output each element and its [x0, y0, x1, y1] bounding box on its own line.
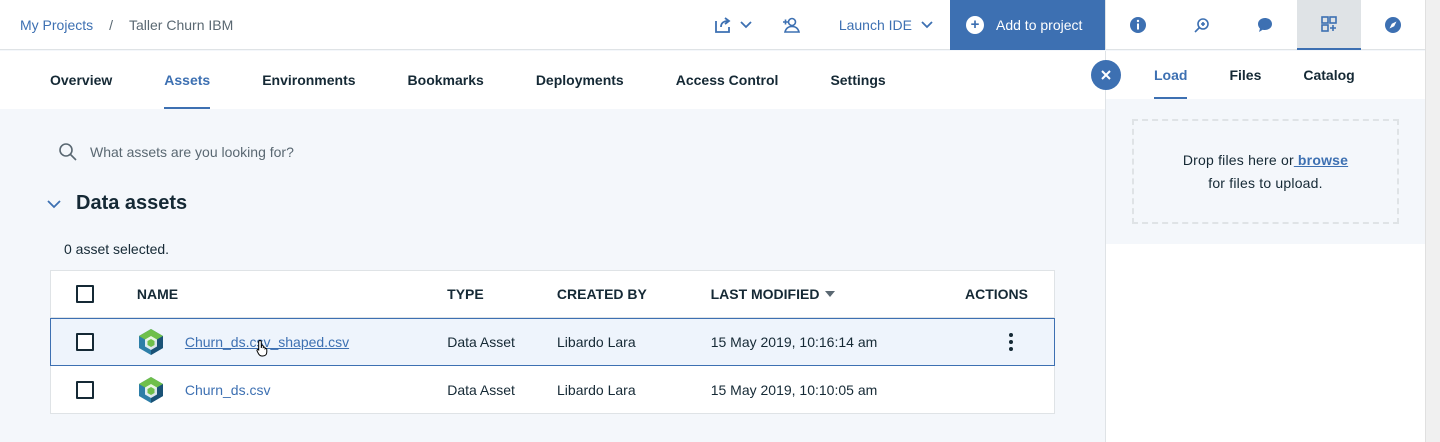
file-drop-zone[interactable]: Drop files here or browse for files to u… [1132, 119, 1399, 224]
overflow-menu-icon[interactable] [1005, 329, 1017, 355]
breadcrumb-my-projects[interactable]: My Projects [20, 17, 93, 33]
column-name[interactable]: NAME [137, 286, 447, 302]
asset-created-by: Libardo Lara [557, 334, 636, 350]
sort-descending-icon [825, 291, 836, 297]
drop-text: Drop files here or [1182, 151, 1294, 168]
search-input[interactable] [90, 144, 510, 160]
top-header: My Projects / Taller Churn IBM Launch ID… [0, 0, 1105, 50]
tab-overview[interactable]: Overview [50, 51, 112, 109]
info-button[interactable] [1106, 0, 1170, 50]
side-panel-toolbar [1105, 0, 1425, 50]
tab-load[interactable]: Load [1154, 51, 1188, 99]
explore-button[interactable] [1361, 0, 1425, 50]
column-created-by[interactable]: CREATED BY [557, 286, 711, 302]
tab-access-control[interactable]: Access Control [676, 51, 779, 109]
launch-ide-label: Launch IDE [838, 17, 912, 33]
select-all-checkbox[interactable] [76, 285, 94, 303]
asset-type: Data Asset [447, 381, 515, 398]
chevron-down-icon [740, 21, 752, 29]
table-row[interactable]: Churn_ds.csv Data Asset Libardo Lara 15 … [50, 366, 1055, 414]
tab-deployments[interactable]: Deployments [536, 51, 624, 109]
section-title: Data assets [76, 192, 188, 214]
asset-name-link[interactable]: Churn_ds.csv [185, 382, 271, 398]
table-row[interactable]: Churn_ds.csv_shaped.csv Data Asset Libar… [50, 318, 1055, 366]
tab-settings[interactable]: Settings [830, 51, 885, 109]
share-icon [714, 17, 731, 33]
asset-modified: 15 May 2019, 10:16:14 am [710, 334, 878, 350]
tab-files[interactable]: Files [1229, 51, 1261, 99]
data-button[interactable] [1297, 0, 1362, 50]
scrollbar[interactable] [1425, 0, 1440, 442]
data-assets-header[interactable]: Data assets [46, 192, 187, 215]
assets-table: NAME TYPE CREATED BY LAST MODIFIED ACTIO… [50, 270, 1055, 414]
add-user-icon [782, 17, 800, 33]
tab-bookmarks[interactable]: Bookmarks [408, 51, 484, 109]
chevron-down-icon [921, 21, 933, 29]
comments-icon [1258, 18, 1273, 32]
hand-cursor-icon [256, 339, 268, 357]
close-panel-button[interactable] [1091, 60, 1121, 90]
add-to-project-button[interactable]: + Add to project [950, 0, 1105, 50]
tab-assets[interactable]: Assets [164, 51, 210, 109]
data-panel: Load Files Catalog Drop files here or br… [1105, 51, 1425, 442]
data-asset-icon [138, 329, 163, 355]
panel-tabs: Load Files Catalog [1106, 51, 1425, 99]
add-circle-icon: + [966, 16, 984, 34]
asset-type: Data Asset [447, 334, 515, 350]
data-asset-icon [138, 376, 163, 403]
export-menu-button[interactable] [703, 0, 763, 50]
browse-link[interactable]: browse [1294, 152, 1348, 168]
asset-created-by: Libardo Lara [557, 381, 636, 398]
find-replace-icon [1194, 18, 1209, 33]
launch-ide-button[interactable]: Launch IDE [819, 0, 950, 50]
comments-button[interactable] [1234, 0, 1298, 50]
tab-environments[interactable]: Environments [262, 51, 355, 109]
asset-search [58, 140, 558, 164]
compass-icon [1385, 17, 1402, 33]
add-collaborator-button[interactable] [763, 0, 819, 50]
selection-count: 0 asset selected. [64, 241, 170, 257]
table-header: NAME TYPE CREATED BY LAST MODIFIED ACTIO… [50, 270, 1055, 318]
add-to-project-label: Add to project [996, 17, 1083, 33]
column-last-modified-label: LAST MODIFIED [710, 286, 820, 302]
chevron-down-icon [47, 199, 61, 208]
column-last-modified[interactable]: LAST MODIFIED [711, 286, 967, 302]
breadcrumb-separator: / [109, 17, 114, 33]
data-icon [1321, 16, 1338, 32]
column-actions: ACTIONS [964, 286, 1028, 302]
header-tools: Launch IDE + Add to project [703, 0, 1105, 50]
project-tabs: Overview Assets Environments Bookmarks D… [0, 51, 1105, 109]
breadcrumb: My Projects / Taller Churn IBM [20, 0, 233, 50]
upload-area: Drop files here or browse for files to u… [1106, 99, 1425, 244]
info-icon [1129, 17, 1146, 33]
drop-text-2: for files to upload. [1208, 174, 1323, 191]
row-checkbox[interactable] [76, 380, 94, 399]
column-type[interactable]: TYPE [447, 286, 557, 302]
breadcrumb-current-project: Taller Churn IBM [129, 17, 234, 33]
close-icon [1101, 70, 1111, 80]
find-button[interactable] [1170, 0, 1234, 50]
search-icon [59, 143, 77, 161]
asset-modified: 15 May 2019, 10:10:05 am [710, 381, 878, 398]
tab-catalog[interactable]: Catalog [1303, 51, 1354, 99]
row-checkbox[interactable] [76, 333, 94, 351]
